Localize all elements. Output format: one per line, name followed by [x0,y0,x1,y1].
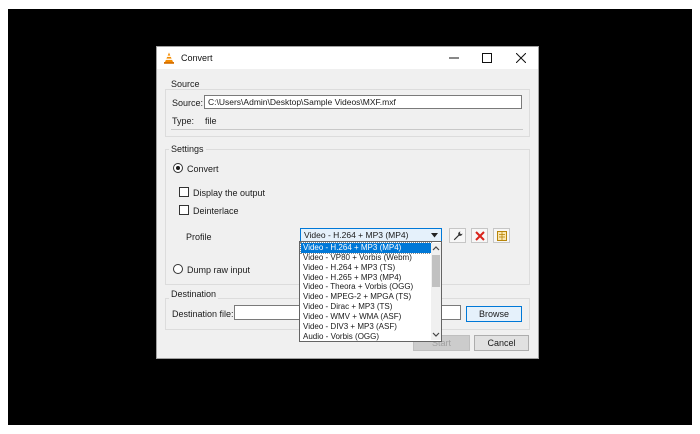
source-path-field[interactable]: C:\Users\Admin\Desktop\Sample Videos\MXF… [204,95,522,109]
destination-group-label: Destination [169,289,219,299]
profile-label: Profile [186,232,212,242]
window-title: Convert [181,53,213,63]
profile-option[interactable]: Video - WMV + WMA (ASF) [301,312,431,322]
profile-option[interactable]: Video - VP80 + Vorbis (Webm) [301,253,431,263]
dropdown-scrollbar[interactable] [431,243,441,340]
browse-button[interactable]: Browse [466,306,522,322]
radio-selected-dot [176,166,180,170]
display-output-label: Display the output [193,188,266,198]
close-button[interactable] [505,49,537,67]
scrollbar-thumb[interactable] [432,255,440,287]
new-profile-button[interactable] [493,228,510,243]
profile-dropdown-list: Video - H.264 + MP3 (MP4) Video - VP80 +… [299,241,442,342]
source-divider [171,129,523,130]
profile-option[interactable]: Video - H.264 + MP3 (MP4) [300,242,432,254]
source-group-label: Source [169,79,202,89]
deinterlace-label: Deinterlace [193,206,239,216]
chevron-down-icon[interactable] [431,330,441,340]
source-label: Source: [172,98,204,108]
profile-option[interactable]: Video - Theora + Vorbis (OGG) [301,282,431,292]
profile-option[interactable]: Audio - Vorbis (OGG) [301,332,431,342]
wrench-icon [453,231,463,241]
display-output-checkbox[interactable] [179,187,189,197]
cancel-button[interactable]: Cancel [474,335,529,351]
deinterlace-checkbox[interactable] [179,205,189,215]
delete-icon [475,231,485,241]
profile-selected-value: Video - H.264 + MP3 (MP4) [304,230,409,240]
destination-file-label: Destination file: [172,309,234,319]
profile-option[interactable]: Video - H.264 + MP3 (TS) [301,263,431,273]
profile-option[interactable]: Video - Dirac + MP3 (TS) [301,302,431,312]
type-value: file [205,116,217,126]
edit-profile-button[interactable] [449,228,466,243]
convert-radio[interactable] [173,163,183,173]
dump-raw-radio[interactable] [173,264,183,274]
close-icon [516,53,526,63]
maximize-button[interactable] [471,49,503,67]
chevron-up-icon[interactable] [431,243,441,253]
chevron-down-icon [431,233,438,238]
minimize-button[interactable] [438,49,470,67]
profile-option[interactable]: Video - MPEG-2 + MPGA (TS) [301,292,431,302]
minimize-icon [449,57,459,59]
profile-combobox[interactable]: Video - H.264 + MP3 (MP4) [300,228,442,242]
dump-raw-label: Dump raw input [187,265,251,275]
delete-profile-button[interactable] [471,228,488,243]
type-label: Type: [172,116,195,126]
settings-group-label: Settings [169,144,206,154]
convert-label: Convert [187,164,219,174]
profile-option[interactable]: Video - DIV3 + MP3 (ASF) [301,322,431,332]
maximize-icon [482,53,492,63]
title-bar: Convert [157,47,538,69]
new-profile-icon [497,231,507,241]
vlc-cone-icon [164,52,174,64]
